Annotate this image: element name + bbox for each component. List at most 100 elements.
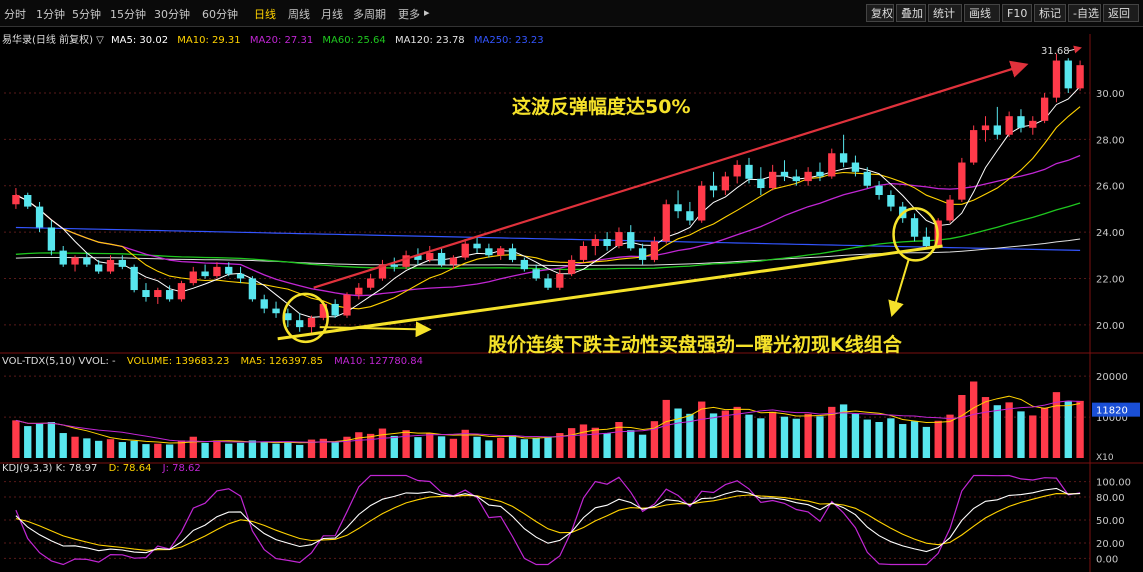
volume-bar (331, 442, 339, 458)
candle-body (1052, 60, 1061, 98)
candle-body (674, 204, 682, 212)
volume-bar (1029, 415, 1037, 458)
kdj-tick-label: 100.00 (1096, 478, 1131, 489)
candle-body (437, 252, 446, 265)
ma120-value: MA120: 23.78 (394, 35, 465, 46)
candle-body (473, 243, 481, 249)
volume-bar (437, 436, 446, 458)
candle-body (331, 303, 339, 316)
tab-2[interactable]: 5分钟 (72, 6, 101, 22)
candle-body (485, 248, 493, 256)
candle-body (910, 218, 919, 237)
ma60-value: MA60: 25.64 (322, 35, 386, 46)
tab-6[interactable]: 日线 (254, 6, 276, 22)
volume-bar (745, 414, 753, 458)
volume-bar (118, 442, 126, 458)
toolbar-button-3[interactable]: 画线 (964, 4, 1000, 22)
candle-body (922, 236, 931, 246)
candle-body (12, 195, 20, 205)
candle-body (1005, 116, 1013, 135)
candle-body (130, 266, 138, 291)
volume-bar (47, 422, 56, 458)
candle-body (236, 273, 245, 279)
volume-bar (189, 436, 197, 458)
candle-body (461, 243, 469, 258)
candle-body (201, 271, 209, 277)
volume-bar (366, 433, 375, 458)
volume-bar (721, 410, 730, 458)
volume-bar (106, 439, 115, 458)
candle-body (95, 264, 103, 272)
tab-3[interactable]: 15分钟 (110, 6, 146, 22)
volume-bar (95, 440, 103, 458)
candle-body (1064, 60, 1072, 89)
candle-body (863, 171, 871, 186)
volume-bar (426, 433, 434, 458)
price-tick-label: 26.00 (1096, 182, 1125, 193)
tab-4[interactable]: 30分钟 (154, 6, 190, 22)
volume-bar (804, 413, 812, 458)
tab-0[interactable]: 分时 (4, 6, 26, 22)
candle-body (106, 259, 115, 272)
candle-body (225, 266, 233, 274)
price-tick-label: 20.00 (1096, 321, 1125, 332)
volume-bar (910, 421, 919, 458)
candle-body (839, 153, 848, 163)
candle-body (828, 153, 836, 177)
candle-body (780, 171, 789, 177)
price-tick-label: 30.00 (1096, 89, 1125, 100)
volume-bar (875, 422, 883, 458)
volume-bar (142, 444, 150, 458)
candle-body (638, 248, 647, 260)
tab-1[interactable]: 1分钟 (36, 6, 65, 22)
toolbar-button-2[interactable]: 统计 (928, 4, 962, 22)
volume-ma10-value: MA10: 127780.84 (334, 356, 423, 367)
candle-body (615, 232, 623, 246)
volume-bar (248, 440, 257, 458)
toolbar-button-0[interactable]: 复权 (866, 4, 894, 22)
volume-bar (390, 435, 398, 458)
volume-bar (236, 442, 245, 458)
candle-body (946, 199, 954, 221)
candle-body (733, 164, 741, 177)
candle-body (390, 264, 398, 267)
candle-body (83, 257, 91, 265)
tab-9[interactable]: 多周期 (353, 6, 386, 22)
candle-body (307, 317, 316, 328)
candle-body (520, 259, 529, 270)
toolbar-button-6[interactable]: -自选 (1068, 4, 1101, 22)
candle-body (887, 195, 895, 207)
price-tick-label: 24.00 (1096, 228, 1125, 239)
toolbar-button-4[interactable]: F10 (1002, 4, 1032, 22)
tab-8[interactable]: 月线 (321, 6, 343, 22)
volume-bar (35, 423, 44, 458)
toolbar-button-5[interactable]: 标记 (1034, 4, 1066, 22)
more-arrow-icon: ▸ (424, 6, 430, 19)
tab-5[interactable]: 60分钟 (202, 6, 238, 22)
tab-10[interactable]: 更多 (398, 6, 420, 22)
volume-scale-label: X10 (1096, 453, 1114, 463)
ma10-value: MA10: 29.31 (177, 35, 241, 46)
volume-bar (970, 381, 978, 458)
volume-bar (154, 443, 162, 458)
candle-body (35, 206, 44, 228)
volume-bar (686, 413, 694, 458)
candle-body (426, 252, 434, 260)
volume-bar (1076, 400, 1084, 458)
volume-bar (130, 440, 138, 458)
candle-body (804, 171, 812, 182)
candle-body (567, 259, 576, 274)
pattern-pointer-arrow (888, 259, 910, 318)
candle-body (260, 299, 268, 309)
toolbar-button-7[interactable]: 返回 (1103, 4, 1139, 22)
volume-bar (355, 432, 363, 458)
volume-bar (603, 433, 611, 458)
toolbar-button-1[interactable]: 叠加 (896, 4, 926, 22)
tab-7[interactable]: 周线 (288, 6, 310, 22)
volume-bar (296, 444, 304, 458)
peak-price-label: 31.68 (1041, 46, 1070, 57)
volume-bar (863, 419, 871, 458)
kdj-tick-label: 80.00 (1096, 493, 1125, 504)
candle-body (792, 176, 800, 182)
volume-bar (579, 424, 588, 458)
